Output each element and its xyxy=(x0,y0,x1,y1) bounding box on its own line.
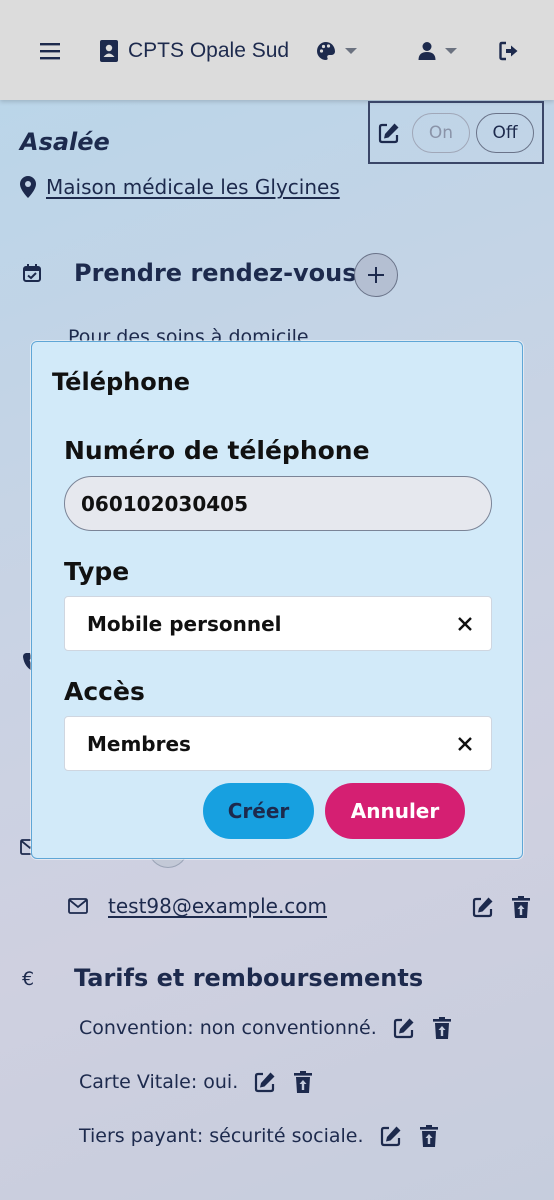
tarif-tiers-payant-text: Tiers payant: sécurité sociale. xyxy=(79,1125,364,1147)
envelope-icon xyxy=(68,898,88,914)
edit-off-button[interactable]: Off xyxy=(476,112,534,153)
tarif-convention-text: Convention: non conventionné. xyxy=(79,1017,377,1039)
appointment-heading: Prendre rendez-vous xyxy=(74,259,357,287)
edit-icon xyxy=(378,122,400,144)
edit-on-button[interactable]: On xyxy=(412,112,470,153)
tarif-tiers-payant: Tiers payant: sécurité sociale. xyxy=(79,1125,438,1147)
dialog-title: Téléphone xyxy=(52,368,191,396)
chevron-down-icon xyxy=(444,47,458,55)
tarif-carte-vitale: Carte Vitale: oui. xyxy=(79,1071,313,1093)
user-dropdown[interactable] xyxy=(418,36,458,66)
edit-icon[interactable] xyxy=(254,1071,276,1093)
logout-button[interactable] xyxy=(499,36,519,66)
clear-icon[interactable] xyxy=(457,616,473,632)
phone-number-input[interactable] xyxy=(64,476,492,531)
tarif-convention: Convention: non conventionné. xyxy=(79,1017,451,1039)
type-select[interactable]: Mobile personnel xyxy=(64,596,492,651)
brand-link[interactable]: CPTS Opale Sud xyxy=(100,36,289,66)
chevron-down-icon xyxy=(344,47,358,55)
edit-mode-toggle: On Off xyxy=(368,101,544,164)
access-label: Accès xyxy=(64,677,145,706)
location-link[interactable]: Maison médicale les Glycines xyxy=(46,175,340,199)
type-label: Type xyxy=(64,557,130,586)
tarif-carte-vitale-text: Carte Vitale: oui. xyxy=(79,1071,239,1093)
create-button[interactable]: Créer xyxy=(203,783,314,839)
appointment-note: Pour des soins à domicile xyxy=(68,326,309,341)
edit-icon[interactable] xyxy=(380,1125,402,1147)
phone-number-label: Numéro de téléphone xyxy=(64,436,370,465)
logout-icon xyxy=(499,41,519,61)
trash-icon[interactable] xyxy=(419,1125,438,1147)
email-link[interactable]: test98@example.com xyxy=(108,894,327,918)
map-pin-icon xyxy=(20,176,36,198)
euro-icon: € xyxy=(22,968,35,990)
calendar-check-icon xyxy=(22,263,42,283)
tarifs-heading: Tarifs et remboursements xyxy=(74,964,424,992)
trash-icon[interactable] xyxy=(432,1017,451,1039)
menu-icon xyxy=(40,41,62,61)
phone-dialog: Téléphone Numéro de téléphone Type Mobil… xyxy=(31,341,523,859)
trash-icon[interactable] xyxy=(294,1071,313,1093)
page-title: Asalée xyxy=(20,128,110,156)
cancel-button[interactable]: Annuler xyxy=(325,783,465,839)
access-selected-value: Membres xyxy=(87,731,191,756)
user-icon xyxy=(418,41,436,61)
theme-dropdown[interactable] xyxy=(316,36,358,66)
type-selected-value: Mobile personnel xyxy=(87,611,282,636)
palette-icon xyxy=(316,41,336,61)
add-appointment-button[interactable] xyxy=(354,253,398,297)
contact-card-icon xyxy=(100,40,118,62)
clear-icon[interactable] xyxy=(457,736,473,752)
top-bar: CPTS Opale Sud xyxy=(0,0,554,100)
email-row: test98@example.com xyxy=(68,894,538,918)
email-actions xyxy=(472,896,530,918)
edit-email-icon[interactable] xyxy=(472,896,494,918)
menu-button[interactable] xyxy=(40,36,62,66)
edit-icon[interactable] xyxy=(393,1017,415,1039)
plus-icon xyxy=(367,266,385,284)
access-select[interactable]: Membres xyxy=(64,716,492,771)
brand-name: CPTS Opale Sud xyxy=(128,39,290,62)
location-row: Maison médicale les Glycines xyxy=(20,175,340,199)
trash-icon[interactable] xyxy=(512,896,530,918)
